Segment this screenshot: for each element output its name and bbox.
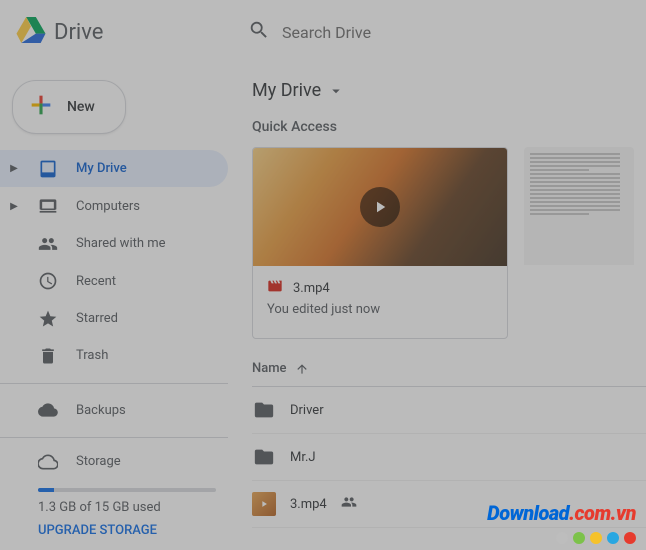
quick-access-title: 3.mp4 (293, 281, 330, 296)
folder-icon (252, 445, 276, 469)
file-name: Driver (290, 403, 324, 418)
file-name: Mr.J (290, 450, 316, 465)
dot (607, 532, 619, 544)
dot (556, 532, 568, 544)
drive-logo-icon (16, 17, 46, 47)
sidebar-item-label: Recent (76, 274, 216, 289)
arrow-up-icon (295, 362, 309, 376)
people-icon (38, 234, 58, 254)
clock-icon (38, 271, 58, 291)
list-header[interactable]: Name (252, 361, 646, 387)
caret-right-icon: ▶ (8, 163, 20, 174)
sidebar-item-label: Starred (76, 311, 216, 326)
sidebar-item-computers[interactable]: ▶ Computers (0, 187, 228, 224)
column-name: Name (252, 361, 287, 376)
sidebar-item-label: My Drive (76, 161, 216, 176)
sidebar-item-recent[interactable]: Recent (0, 262, 228, 299)
sidebar-item-label: Backups (76, 403, 216, 418)
main: My Drive Quick Access 3.mp4 (236, 64, 646, 550)
cloud-filled-icon (38, 400, 58, 420)
upgrade-storage-link[interactable]: UPGRADE STORAGE (38, 523, 157, 538)
search-box[interactable] (236, 11, 630, 53)
file-row[interactable]: Mr.J (252, 434, 646, 481)
search-icon (248, 19, 270, 45)
sidebar-item-label: Shared with me (76, 236, 216, 251)
watermark-brand: Download (487, 501, 569, 525)
sidebar-item-storage[interactable]: Storage (0, 446, 228, 478)
header: Drive (0, 0, 646, 64)
dot (590, 532, 602, 544)
play-icon (360, 187, 400, 227)
caret-right-icon: ▶ (8, 201, 20, 212)
video-icon (252, 492, 276, 516)
file-row[interactable]: Driver (252, 387, 646, 434)
folder-icon (252, 398, 276, 422)
logo-block[interactable]: Drive (16, 17, 236, 47)
watermark-dots (556, 532, 636, 544)
my-drive-icon (38, 159, 58, 179)
sidebar-item-shared[interactable]: Shared with me (0, 225, 228, 262)
plus-icon (27, 91, 55, 123)
watermark-tld: .com.vn (569, 501, 636, 525)
quick-access-card[interactable] (524, 147, 634, 339)
sidebar-item-trash[interactable]: Trash (0, 337, 228, 374)
trash-icon (38, 346, 58, 366)
sidebar-item-label: Trash (76, 348, 216, 363)
sidebar: New ▶ My Drive ▶ Computers Shared with m… (0, 64, 236, 550)
dot (573, 532, 585, 544)
sidebar-item-label: Computers (76, 199, 216, 214)
video-thumbnail (253, 148, 507, 266)
new-button[interactable]: New (12, 80, 126, 134)
search-input[interactable] (282, 23, 618, 42)
divider (0, 437, 228, 438)
cloud-outline-icon (38, 452, 58, 472)
product-name: Drive (54, 20, 103, 45)
watermark: Download.com.vn (487, 501, 636, 544)
file-name: 3.mp4 (290, 497, 327, 512)
sidebar-item-backups[interactable]: Backups (0, 392, 228, 429)
storage-block: 1.3 GB of 15 GB used UPGRADE STORAGE (0, 478, 228, 542)
sidebar-item-my-drive[interactable]: ▶ My Drive (0, 150, 228, 187)
star-icon (38, 309, 58, 329)
storage-bar (38, 488, 216, 492)
computers-icon (38, 196, 58, 216)
breadcrumb-label: My Drive (252, 80, 321, 101)
shared-icon (341, 494, 357, 514)
divider (0, 383, 228, 384)
breadcrumb[interactable]: My Drive (252, 76, 646, 119)
storage-usage-text: 1.3 GB of 15 GB used (38, 500, 216, 515)
dot (624, 532, 636, 544)
video-file-icon (267, 278, 283, 298)
sidebar-item-starred[interactable]: Starred (0, 300, 228, 337)
sidebar-item-label: Storage (76, 454, 216, 469)
quick-access-card[interactable]: 3.mp4 You edited just now (252, 147, 508, 339)
quick-access-heading: Quick Access (252, 119, 646, 135)
document-thumbnail (524, 147, 634, 265)
quick-access-subtitle: You edited just now (267, 302, 493, 317)
new-button-label: New (67, 99, 95, 115)
chevron-down-icon (327, 82, 345, 100)
